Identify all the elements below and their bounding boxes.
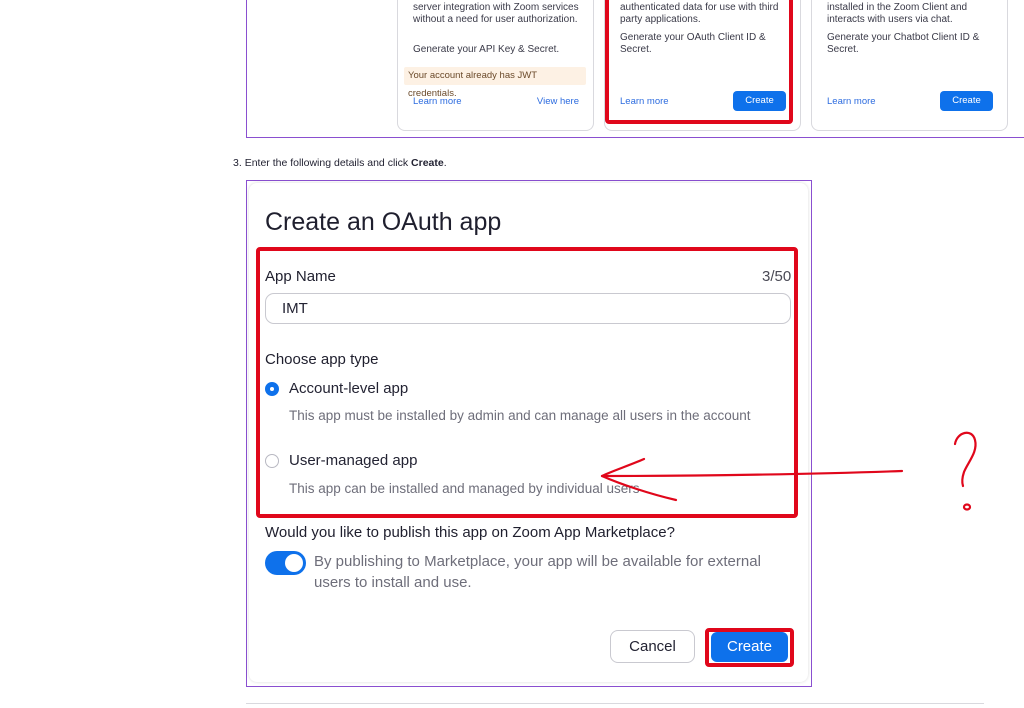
step-bold: Create [411,157,444,169]
toggle-knob [285,554,303,572]
divider [246,703,984,704]
chatbot-create-button[interactable]: Create [940,91,993,111]
question-dot [962,503,972,511]
learn-more-link[interactable]: Learn more [827,96,876,108]
question-curve [953,431,977,488]
card-description: Build an app that supports server-to-ser… [413,0,579,25]
step-instruction: 3. Enter the following details and click… [233,157,447,169]
card-description: Build a Zoom chatbot that gets installed… [827,0,968,25]
question-mark-annotation [953,431,977,511]
step-number: 3. [233,157,242,169]
publish-toggle[interactable] [265,551,306,575]
chatbot-app-card: Build a Zoom chatbot that gets installed… [811,0,1008,131]
view-here-link[interactable]: View here [537,96,579,108]
publish-question: Would you like to publish this app on Zo… [265,524,675,541]
dialog-title: Create an OAuth app [265,208,502,236]
card-generate-text: Generate your Chatbot Client ID & Secret… [827,32,980,55]
step-text: Enter the following details and click [244,157,409,169]
jwt-credentials-notice: Your account already has JWT credentials… [404,67,586,99]
publish-description: By publishing to Marketplace, your app w… [314,553,761,591]
cancel-button[interactable]: Cancel [610,630,695,663]
oauth-card-highlight [605,0,793,124]
fields-highlight [256,247,798,518]
card-generate-text: Generate your API Key & Secret. [413,44,560,55]
create-button-highlight [705,628,794,667]
learn-more-link[interactable]: Learn more [413,96,462,108]
jwt-app-card: Build an app that supports server-to-ser… [397,0,594,131]
step-end: . [443,157,447,169]
